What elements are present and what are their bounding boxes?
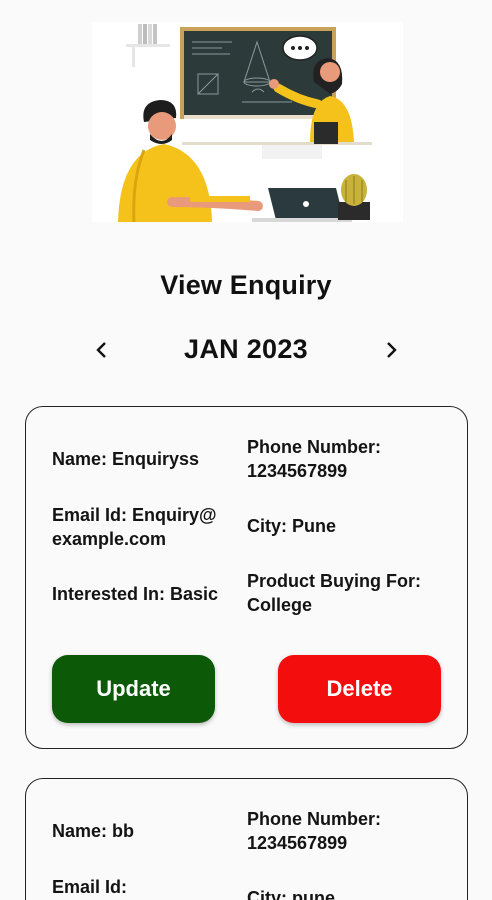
view-enquiry-screen: View Enquiry JAN 2023 Name: Enquiryss Ph… bbox=[0, 0, 492, 900]
enquiry-card: Name: bb Phone Number: 1234567899 Email … bbox=[25, 778, 468, 900]
buying-label: Product Buying For: bbox=[247, 571, 421, 591]
enquiry-name-text: Name: bb bbox=[52, 821, 135, 841]
buying-value: College bbox=[247, 595, 313, 615]
city-text: City: pune bbox=[247, 888, 335, 900]
chevron-right-icon[interactable] bbox=[375, 334, 407, 366]
month-label: JAN 2023 bbox=[184, 334, 308, 364]
enquiry-city: City: pune bbox=[247, 886, 335, 900]
update-button[interactable]: Update bbox=[52, 655, 215, 723]
enquiry-name: Name: bb bbox=[52, 819, 134, 843]
month-navigator: JAN 2023 bbox=[0, 330, 492, 370]
enquiry-city: City: Pune bbox=[247, 514, 336, 538]
enquiry-phone: Phone Number: 1234567899 bbox=[247, 807, 381, 855]
enquiry-email: Email Id: bbox=[52, 875, 127, 899]
enquiry-name-text: Name: Enquiryss bbox=[52, 449, 200, 469]
city-text: City: Pune bbox=[247, 516, 337, 536]
enquiry-buying-for: Product Buying For: College bbox=[247, 569, 421, 617]
phone-label: Phone Number: bbox=[247, 809, 382, 829]
email-label: Email Id: Enquiry@ bbox=[52, 505, 217, 525]
enquiry-card: Name: Enquiryss Phone Number: 1234567899… bbox=[25, 406, 468, 749]
phone-label: Phone Number: bbox=[247, 437, 382, 457]
interest-text: Interested In: Basic bbox=[52, 584, 219, 604]
classroom-illustration bbox=[92, 22, 403, 222]
enquiry-name: Name: Enquiryss bbox=[52, 447, 199, 471]
delete-button[interactable]: Delete bbox=[278, 655, 441, 723]
email-label: Email Id: bbox=[52, 877, 128, 897]
enquiry-interest: Interested In: Basic bbox=[52, 582, 218, 606]
enquiry-phone: Phone Number: 1234567899 bbox=[247, 435, 381, 483]
phone-value: 1234567899 bbox=[247, 461, 348, 481]
enquiry-email: Email Id: Enquiry@ example.com bbox=[52, 503, 217, 551]
phone-value: 1234567899 bbox=[247, 833, 348, 853]
email-value: example.com bbox=[52, 529, 167, 549]
page-title: View Enquiry bbox=[160, 270, 332, 300]
